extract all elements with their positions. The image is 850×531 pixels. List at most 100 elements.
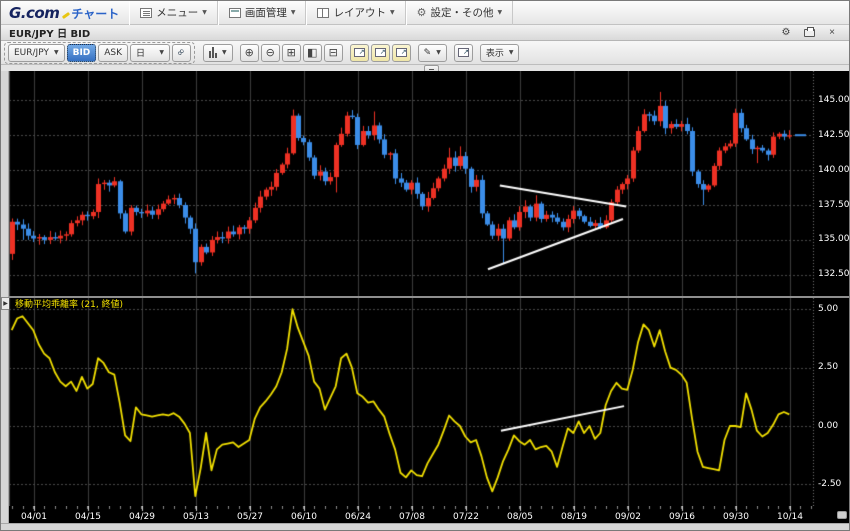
draw-tool-select[interactable]: ✎ ▼ [418, 44, 447, 62]
print-button[interactable] [802, 27, 816, 39]
popout-chart-button[interactable] [454, 44, 473, 62]
chart-area: 移動平均乖離率 (21, 終値) 145.000 142.500 140.000 13… [9, 71, 850, 523]
menu-item-label: メニュー [156, 5, 198, 20]
display-group: 表示 ▼ [480, 44, 520, 62]
symbol-select[interactable]: EUR/JPY ▼ [8, 44, 65, 62]
price-axis-label: 145.000 [818, 96, 850, 105]
split-vertical-button[interactable]: ◧ [303, 44, 322, 62]
link-icon: ∞ [175, 46, 189, 60]
date-axis-label: 04/01 [17, 513, 51, 522]
menu-list-icon [140, 8, 152, 18]
chevron-down-icon: ▼ [159, 49, 164, 56]
menu-item-label: 画面管理 [245, 5, 287, 20]
display-menu-button[interactable]: 表示 ▼ [480, 44, 520, 62]
date-axis-label: 05/27 [233, 513, 267, 522]
menu-item-screen-management[interactable]: 画面管理 ▼ [218, 1, 307, 25]
price-chart-canvas[interactable] [9, 71, 850, 296]
price-axis-label: 142.500 [818, 131, 850, 140]
menu-item-layout[interactable]: レイアウト ▼ [306, 1, 405, 25]
chart-toolbar: EUR/JPY ▼ BID ASK 日 ▼ ∞ ▼ ⊕ ⊖ ⊞ ◧ ⊟ [1, 41, 849, 65]
printer-icon [804, 29, 815, 37]
chart-window-icon [396, 48, 407, 57]
indicator-label: 移動平均乖離率 (21, 終値) [15, 301, 123, 310]
chart-window-group [350, 44, 411, 62]
symbol-select-value: EUR/JPY [14, 48, 49, 58]
fit-chart-button[interactable]: ⊞ [282, 44, 301, 62]
period-select-value: 日 [136, 46, 145, 59]
chevron-down-icon: ▼ [436, 49, 441, 56]
logo-swoosh-icon [60, 8, 70, 18]
chevron-down-icon: ▼ [497, 9, 502, 16]
bid-button[interactable]: BID [67, 44, 97, 62]
chevron-down-icon: ▼ [202, 9, 207, 16]
chart-application-window: G.com チャート メニュー ▼ 画面管理 ▼ レイアウト ▼ ⚙ 設定・その… [0, 0, 850, 531]
logo-brand: G.com [9, 4, 59, 22]
menu-bar: G.com チャート メニュー ▼ 画面管理 ▼ レイアウト ▼ ⚙ 設定・その… [1, 1, 849, 25]
zoom-in-icon: ⊕ [245, 46, 254, 59]
date-axis-label: 08/19 [557, 513, 591, 522]
date-axis-label: 09/02 [611, 513, 645, 522]
zoom-out-icon: ⊖ [266, 46, 275, 59]
chart-window-icon [375, 48, 386, 57]
display-menu-label: 表示 [486, 46, 504, 59]
expand-icon: ⊞ [287, 46, 296, 59]
new-chart-window-button-2[interactable] [371, 44, 390, 62]
split-horizontal-button[interactable]: ⊟ [324, 44, 343, 62]
chevron-down-icon: ▼ [509, 49, 514, 56]
new-chart-window-button-3[interactable] [392, 44, 411, 62]
date-axis-label: 06/24 [341, 513, 375, 522]
pencil-icon: ✎ [424, 48, 432, 58]
app-logo[interactable]: G.com チャート [1, 4, 129, 22]
chart-window-icon [354, 48, 365, 57]
popup-group [454, 44, 473, 62]
link-charts-button[interactable]: ∞ [172, 44, 191, 62]
indicator-axis-label: 5.00 [818, 305, 838, 314]
close-window-button[interactable]: × [825, 27, 839, 39]
indicator-axis-label: 2.50 [818, 363, 838, 372]
price-axis-label: 140.000 [818, 166, 850, 175]
chevron-down-icon: ▼ [390, 9, 395, 16]
chart-window-title: EUR/JPY 日 BID [1, 25, 779, 40]
menu-item-settings-other[interactable]: ⚙ 設定・その他 ▼ [406, 1, 514, 25]
date-axis-label: 10/14 [773, 513, 807, 522]
date-axis-label: 09/16 [665, 513, 699, 522]
date-axis-label: 07/08 [395, 513, 429, 522]
date-axis-label: 06/10 [287, 513, 321, 522]
layout-icon [317, 8, 329, 18]
symbol-group: EUR/JPY ▼ BID ASK 日 ▼ ∞ [4, 42, 195, 64]
ask-button[interactable]: ASK [98, 44, 128, 62]
screen-icon [229, 8, 241, 18]
chart-type-group: ▼ [203, 44, 233, 62]
candlestick-icon [209, 47, 217, 58]
date-axis-label: 04/29 [125, 513, 159, 522]
close-icon: × [829, 28, 835, 38]
menu-item-menu[interactable]: メニュー ▼ [129, 1, 218, 25]
zoom-in-button[interactable]: ⊕ [240, 44, 259, 62]
new-chart-window-button-1[interactable] [350, 44, 369, 62]
popout-icon [458, 48, 469, 57]
zoom-group: ⊕ ⊖ ⊞ ◧ ⊟ [240, 44, 343, 62]
chart-window-titlebar: EUR/JPY 日 BID ⚙ × [1, 25, 849, 41]
axis-resize-handle[interactable] [837, 511, 847, 519]
bottom-strip [1, 523, 849, 531]
price-axis-label: 137.500 [818, 201, 850, 210]
date-axis-label: 04/15 [71, 513, 105, 522]
price-axis-label: 132.500 [818, 270, 850, 279]
period-select[interactable]: 日 ▼ [130, 44, 170, 62]
logo-product: チャート [71, 5, 119, 22]
chevron-down-icon: ▼ [291, 9, 296, 16]
indicator-axis-label: 0.00 [818, 422, 838, 431]
chart-type-select[interactable]: ▼ [203, 44, 233, 62]
date-axis-label: 09/30 [719, 513, 753, 522]
chevron-down-icon: ▼ [54, 49, 59, 56]
draw-group: ✎ ▼ [418, 44, 447, 62]
date-axis-label: 08/05 [503, 513, 537, 522]
indicator-chart-canvas[interactable] [9, 298, 850, 506]
gear-icon: ⚙ [782, 28, 791, 38]
split-horizontal-icon: ⊟ [329, 46, 338, 59]
date-axis-label: 05/13 [179, 513, 213, 522]
date-axis-label: 07/22 [449, 513, 483, 522]
zoom-out-button[interactable]: ⊖ [261, 44, 280, 62]
menu-item-label: 設定・その他 [430, 5, 493, 20]
window-settings-button[interactable]: ⚙ [779, 27, 793, 39]
